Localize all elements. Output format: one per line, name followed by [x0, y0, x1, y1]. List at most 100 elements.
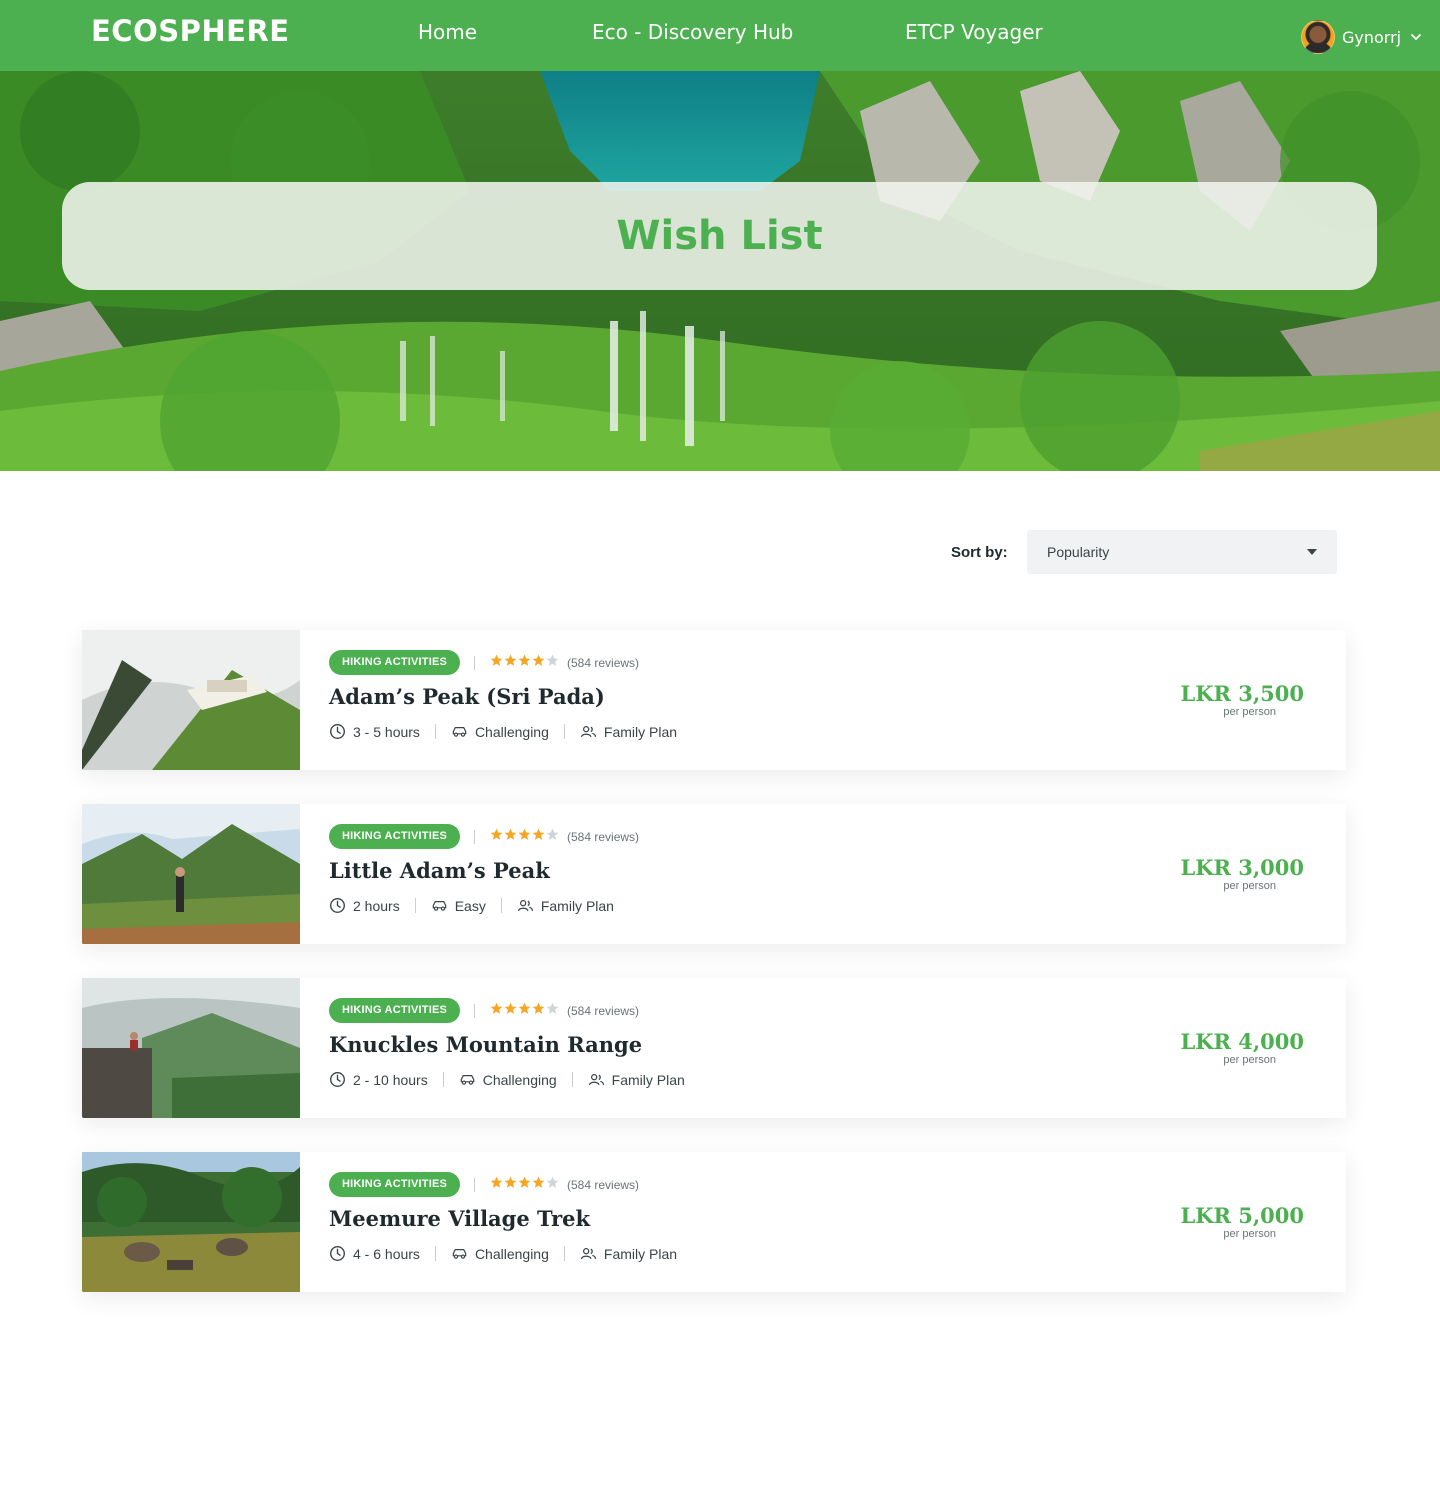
review-count: (584 reviews)	[567, 656, 640, 670]
review-count: (584 reviews)	[567, 830, 640, 844]
trip-thumbnail	[82, 804, 300, 944]
divider	[474, 830, 475, 844]
page-title: Wish List	[616, 213, 823, 259]
star-icon	[518, 1176, 531, 1188]
trip-title[interactable]: Little Adam’s Peak	[329, 858, 550, 883]
divider	[474, 656, 475, 670]
star-rating	[490, 654, 559, 667]
trip-meta: 2 - 10 hours Challenging Family Plan	[329, 1071, 685, 1088]
plan: Family Plan	[517, 897, 614, 914]
caret-down-icon	[1307, 549, 1317, 555]
plan-text: Family Plan	[603, 723, 678, 740]
price-unit: per person	[1223, 706, 1276, 718]
divider	[563, 724, 565, 739]
category-badge: HIKING ACTIVITIES	[329, 650, 461, 675]
wishlist-item[interactable]: HIKING ACTIVITIES (584 reviews) Adam’s P…	[82, 630, 1346, 770]
users-icon	[580, 1248, 596, 1260]
trip-meta: 3 - 5 hours Challenging Family Plan	[329, 723, 677, 740]
hero-banner: Wish List	[0, 71, 1440, 471]
wishlist-item[interactable]: HIKING ACTIVITIES (584 reviews) Knuckles…	[82, 978, 1346, 1118]
duration-text: 2 hours	[353, 897, 400, 914]
wishlist-item[interactable]: HIKING ACTIVITIES (584 reviews) Meemure …	[82, 1152, 1346, 1292]
star-icon	[490, 1002, 503, 1014]
review-count: (584 reviews)	[567, 1004, 640, 1018]
users-icon	[517, 900, 533, 912]
trip-meta: 4 - 6 hours Challenging Family Plan	[329, 1245, 677, 1262]
trip-meta: 2 hours Easy Family Plan	[329, 897, 614, 914]
trip-price: LKR 3,000	[1180, 855, 1304, 880]
star-empty-icon	[546, 1176, 559, 1188]
plan: Family Plan	[580, 1245, 677, 1262]
divider	[442, 1072, 444, 1087]
difficulty: Challenging	[459, 1071, 557, 1088]
top-navbar: ECOSPHERE Home Eco - Discovery Hub ETCP …	[0, 0, 1440, 71]
difficulty: Easy	[431, 897, 486, 914]
price-unit: per person	[1223, 1054, 1276, 1066]
clock-icon	[330, 1246, 345, 1261]
divider	[474, 1178, 475, 1192]
chevron-down-icon	[1411, 34, 1422, 40]
clock-icon	[330, 724, 345, 739]
sort-dropdown[interactable]: Popularity	[1027, 530, 1337, 574]
clock-icon	[330, 898, 345, 913]
category-badge: HIKING ACTIVITIES	[329, 1172, 461, 1197]
star-icon	[504, 654, 517, 666]
users-icon	[580, 726, 596, 738]
difficulty-text: Easy	[454, 897, 486, 914]
sort-selected-value: Popularity	[1047, 544, 1110, 560]
nav-link-eco-discovery-hub[interactable]: Eco - Discovery Hub	[592, 20, 793, 44]
plan-text: Family Plan	[603, 1245, 678, 1262]
trip-thumbnail	[82, 630, 300, 770]
star-icon	[490, 828, 503, 840]
trip-title[interactable]: Meemure Village Trek	[329, 1206, 590, 1231]
difficulty-text: Challenging	[474, 723, 549, 740]
trip-title[interactable]: Knuckles Mountain Range	[329, 1032, 642, 1057]
plan-text: Family Plan	[540, 897, 614, 914]
user-menu[interactable]: Gynorrj	[1301, 20, 1423, 54]
wishlist-item[interactable]: HIKING ACTIVITIES (584 reviews) Little A…	[82, 804, 1346, 944]
difficulty: Challenging	[451, 1245, 549, 1262]
star-icon	[518, 1002, 531, 1014]
difficulty-text: Challenging	[474, 1245, 549, 1262]
star-empty-icon	[546, 1002, 559, 1014]
avatar	[1301, 20, 1335, 54]
divider	[474, 1004, 475, 1018]
star-empty-icon	[546, 654, 559, 666]
star-icon	[504, 1002, 517, 1014]
nav-link-etcp-voyager[interactable]: ETCP Voyager	[905, 20, 1043, 44]
trip-price: LKR 3,500	[1180, 681, 1304, 706]
divider	[500, 898, 502, 913]
users-icon	[588, 1074, 604, 1086]
site-logo[interactable]: ECOSPHERE	[91, 14, 290, 48]
star-icon	[504, 1176, 517, 1188]
divider	[434, 724, 436, 739]
nav-link-home[interactable]: Home	[418, 20, 477, 44]
review-count: (584 reviews)	[567, 1178, 640, 1192]
star-empty-icon	[546, 828, 559, 840]
divider	[434, 1246, 436, 1261]
divider	[414, 898, 416, 913]
price-unit: per person	[1223, 1228, 1276, 1240]
duration: 2 - 10 hours	[329, 1071, 428, 1088]
trip-thumbnail	[82, 1152, 300, 1292]
star-rating	[490, 1002, 559, 1015]
duration-text: 2 - 10 hours	[353, 1071, 428, 1088]
category-badge: HIKING ACTIVITIES	[329, 824, 461, 849]
divider	[571, 1072, 573, 1087]
clock-icon	[330, 1072, 345, 1087]
duration: 3 - 5 hours	[329, 723, 420, 740]
difficulty-text: Challenging	[482, 1071, 557, 1088]
duration-text: 4 - 6 hours	[353, 1245, 420, 1262]
trip-price: LKR 4,000	[1180, 1029, 1304, 1054]
star-icon	[532, 828, 545, 840]
category-badge: HIKING ACTIVITIES	[329, 998, 461, 1023]
plan: Family Plan	[580, 723, 677, 740]
price-unit: per person	[1223, 880, 1276, 892]
star-icon	[490, 1176, 503, 1188]
hero-title-panel: Wish List	[62, 182, 1377, 290]
star-icon	[490, 654, 503, 666]
difficulty: Challenging	[451, 723, 549, 740]
trip-title[interactable]: Adam’s Peak (Sri Pada)	[329, 684, 605, 709]
trip-thumbnail	[82, 978, 300, 1118]
plan: Family Plan	[588, 1071, 685, 1088]
